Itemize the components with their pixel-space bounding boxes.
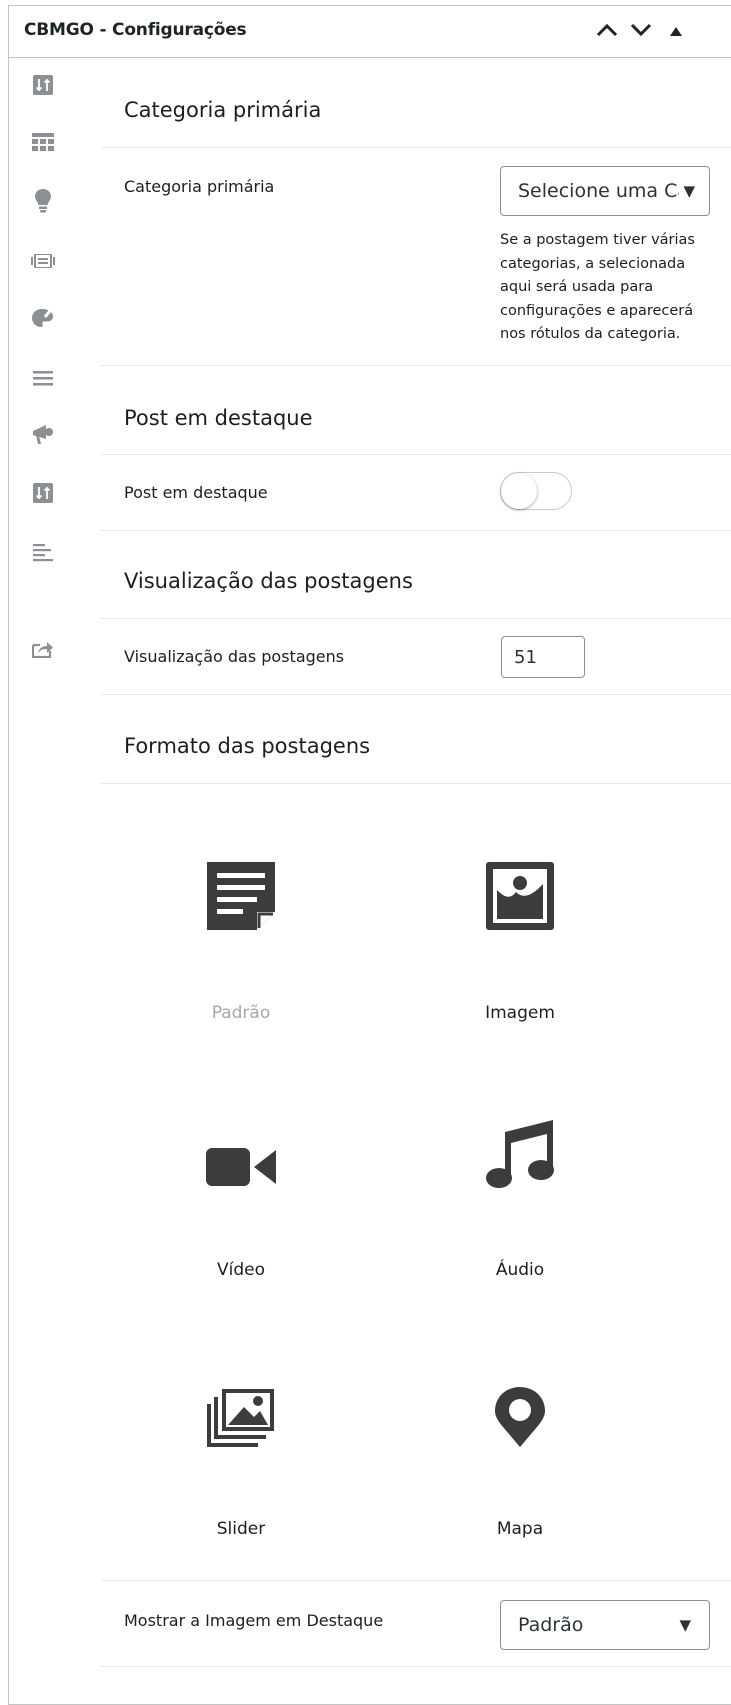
slides-icon[interactable] — [31, 249, 55, 273]
move-down-button[interactable] — [628, 18, 654, 44]
primary-category-select[interactable]: Selecione uma Ca ▼ — [500, 166, 710, 216]
divider — [101, 783, 731, 784]
settings-metabox: CBMGO - Configurações Categoria primária… — [8, 5, 731, 1705]
metabox-header: CBMGO - Configurações — [9, 6, 731, 58]
divider — [101, 618, 731, 619]
section-title-featured: Post em destaque — [124, 406, 313, 430]
section-title-format: Formato das postagens — [124, 734, 371, 758]
palette-icon[interactable] — [31, 306, 55, 330]
format-option-video[interactable]: Vídeo — [121, 1072, 361, 1312]
format-label-standard: Padrão — [211, 1003, 271, 1023]
divider — [101, 1666, 731, 1667]
dropdown-arrow-icon: ▼ — [679, 182, 695, 200]
featured-image-label: Mostrar a Imagem em Destaque — [124, 1611, 384, 1630]
dropdown-arrow-icon: ▼ — [675, 1616, 691, 1634]
toggle-knob — [501, 473, 537, 509]
divider — [101, 147, 731, 148]
divider — [101, 454, 731, 455]
format-option-slider[interactable]: Slider — [121, 1331, 361, 1571]
divider — [101, 694, 731, 695]
gallery-icon — [206, 1389, 276, 1451]
featured-label: Post em destaque — [124, 483, 268, 502]
views-label: Visualização das postagens — [124, 647, 345, 666]
section-title-primary-category: Categoria primária — [124, 98, 322, 122]
video-camera-icon — [206, 1146, 276, 1192]
featured-image-select-value: Padrão — [518, 1614, 584, 1636]
share-icon[interactable] — [31, 637, 55, 661]
chevron-up-icon — [596, 22, 618, 41]
format-label-video: Vídeo — [216, 1260, 265, 1280]
featured-image-select[interactable]: Padrão ▼ — [500, 1600, 710, 1650]
format-option-standard[interactable]: Padrão — [121, 814, 361, 1054]
menu-icon[interactable] — [31, 366, 55, 390]
divider — [101, 1580, 731, 1581]
chevron-down-icon — [630, 22, 652, 41]
layout-icon[interactable] — [31, 131, 55, 155]
toggle-panel-button[interactable] — [663, 18, 689, 44]
document-icon — [207, 862, 275, 934]
move-up-button[interactable] — [594, 18, 620, 44]
format-option-map[interactable]: Mapa — [400, 1331, 640, 1571]
map-pin-icon — [495, 1387, 545, 1451]
format-label-image: Imagem — [485, 1003, 555, 1023]
format-label-slider: Slider — [216, 1519, 266, 1539]
megaphone-icon[interactable] — [31, 422, 55, 446]
primary-category-help: Se a postagem tiver várias categorias, a… — [500, 232, 695, 342]
format-label-map: Mapa — [496, 1519, 544, 1539]
lightbulb-icon[interactable] — [31, 189, 55, 213]
triangle-up-icon — [669, 22, 683, 41]
format-option-image[interactable]: Imagem — [400, 814, 640, 1054]
image-icon — [486, 862, 554, 934]
section-title-views: Visualização das postagens — [124, 569, 413, 593]
metabox-title: CBMGO - Configurações — [24, 20, 247, 40]
views-input[interactable] — [501, 636, 585, 678]
format-option-audio[interactable]: Áudio — [400, 1072, 640, 1312]
featured-toggle[interactable] — [500, 472, 572, 510]
divider — [101, 530, 731, 531]
music-note-icon — [485, 1118, 555, 1192]
sort-icon[interactable] — [31, 73, 55, 97]
sort-icon[interactable] — [31, 481, 55, 505]
align-left-icon[interactable] — [31, 541, 55, 565]
primary-category-select-value: Selecione uma Ca — [518, 180, 689, 202]
divider — [101, 365, 731, 366]
format-label-audio: Áudio — [495, 1260, 545, 1280]
primary-category-label: Categoria primária — [124, 177, 275, 196]
